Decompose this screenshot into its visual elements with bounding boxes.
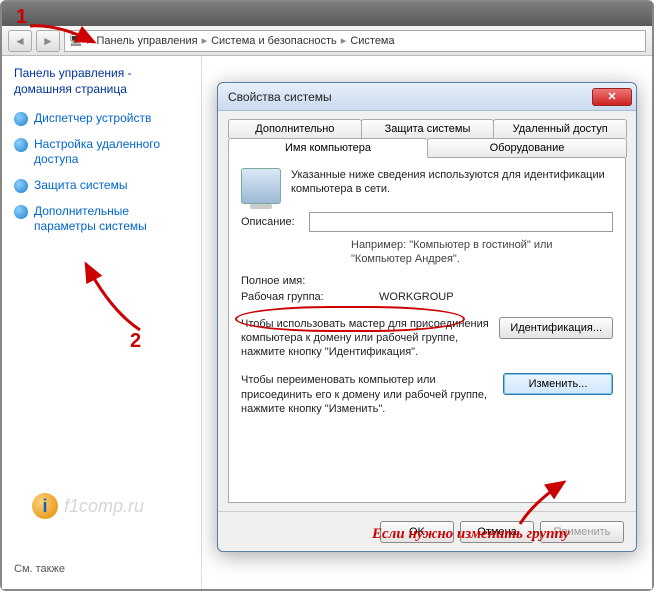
window-titlebar	[2, 2, 652, 26]
workgroup-value: WORKGROUP	[379, 291, 454, 303]
breadcrumb-item[interactable]: Система	[350, 35, 394, 47]
breadcrumb-item[interactable]: Панель управления	[97, 35, 198, 47]
chevron-right-icon: ▸	[341, 34, 347, 47]
tabs-row-upper: Дополнительно Защита системы Удаленный д…	[218, 111, 636, 138]
intro-text: Указанные ниже сведения используются для…	[291, 168, 613, 204]
tab-hardware[interactable]: Оборудование	[427, 138, 627, 157]
description-input[interactable]	[309, 212, 613, 232]
annotation-note: Если нужно изменить группу	[372, 526, 569, 543]
control-panel-icon: 🖥	[69, 34, 83, 47]
dialog-title: Свойства системы	[228, 90, 332, 104]
sidebar-item-label: Защита системы	[34, 178, 127, 194]
annotation-number-1: 1	[16, 6, 27, 29]
tab-panel-computer-name: Указанные ниже сведения используются для…	[228, 157, 626, 503]
shield-icon	[14, 138, 28, 152]
sidebar-item-label: Настройка удаленного доступа	[34, 137, 189, 168]
change-help-text: Чтобы переименовать компьютер или присое…	[241, 373, 495, 416]
breadcrumb[interactable]: 🖥 ▸ Панель управления ▸ Система и безопа…	[64, 30, 646, 52]
sidebar-title[interactable]: Панель управления - домашняя страница	[14, 66, 189, 97]
see-also-label: См. также	[14, 563, 65, 575]
description-example: Например: "Компьютер в гостиной" или "Ко…	[351, 238, 613, 267]
system-properties-dialog: Свойства системы ✕ Дополнительно Защита …	[217, 82, 637, 552]
sidebar-item-remote-settings[interactable]: Настройка удаленного доступа	[14, 137, 189, 168]
computer-icon	[241, 168, 281, 204]
breadcrumb-item[interactable]: Система и безопасность	[211, 35, 337, 47]
nav-forward-button[interactable]: ►	[36, 30, 60, 52]
nav-back-button[interactable]: ◄	[8, 30, 32, 52]
watermark-text: f1comp.ru	[64, 496, 144, 517]
sidebar-item-device-manager[interactable]: Диспетчер устройств	[14, 111, 189, 127]
close-button[interactable]: ✕	[592, 88, 632, 106]
identification-button[interactable]: Идентификация...	[499, 317, 613, 339]
annotation-number-2: 2	[130, 330, 141, 353]
description-label: Описание:	[241, 216, 301, 228]
watermark: i f1comp.ru	[32, 493, 144, 519]
dialog-titlebar[interactable]: Свойства системы ✕	[218, 83, 636, 111]
sidebar-item-system-protection[interactable]: Защита системы	[14, 178, 189, 194]
sidebar-item-label: Диспетчер устройств	[34, 111, 151, 127]
shield-icon	[14, 112, 28, 126]
sidebar-item-advanced-system[interactable]: Дополнительные параметры системы	[14, 204, 189, 235]
sidebar-item-label: Дополнительные параметры системы	[34, 204, 189, 235]
shield-icon	[14, 179, 28, 193]
identification-help-text: Чтобы использовать мастер для присоедине…	[241, 317, 491, 360]
tab-advanced[interactable]: Дополнительно	[228, 119, 362, 138]
tab-protection[interactable]: Защита системы	[361, 119, 495, 138]
tab-computer-name[interactable]: Имя компьютера	[228, 138, 428, 158]
watermark-icon: i	[32, 493, 58, 519]
tabs-row-lower: Имя компьютера Оборудование	[218, 138, 636, 157]
explorer-navbar: ◄ ► 🖥 ▸ Панель управления ▸ Система и бе…	[2, 26, 652, 56]
change-button[interactable]: Изменить...	[503, 373, 613, 395]
chevron-right-icon: ▸	[202, 34, 208, 47]
fullname-label: Полное имя:	[241, 275, 371, 287]
shield-icon	[14, 205, 28, 219]
tab-remote[interactable]: Удаленный доступ	[493, 119, 627, 138]
workgroup-label: Рабочая группа:	[241, 291, 371, 303]
chevron-right-icon: ▸	[87, 34, 93, 47]
